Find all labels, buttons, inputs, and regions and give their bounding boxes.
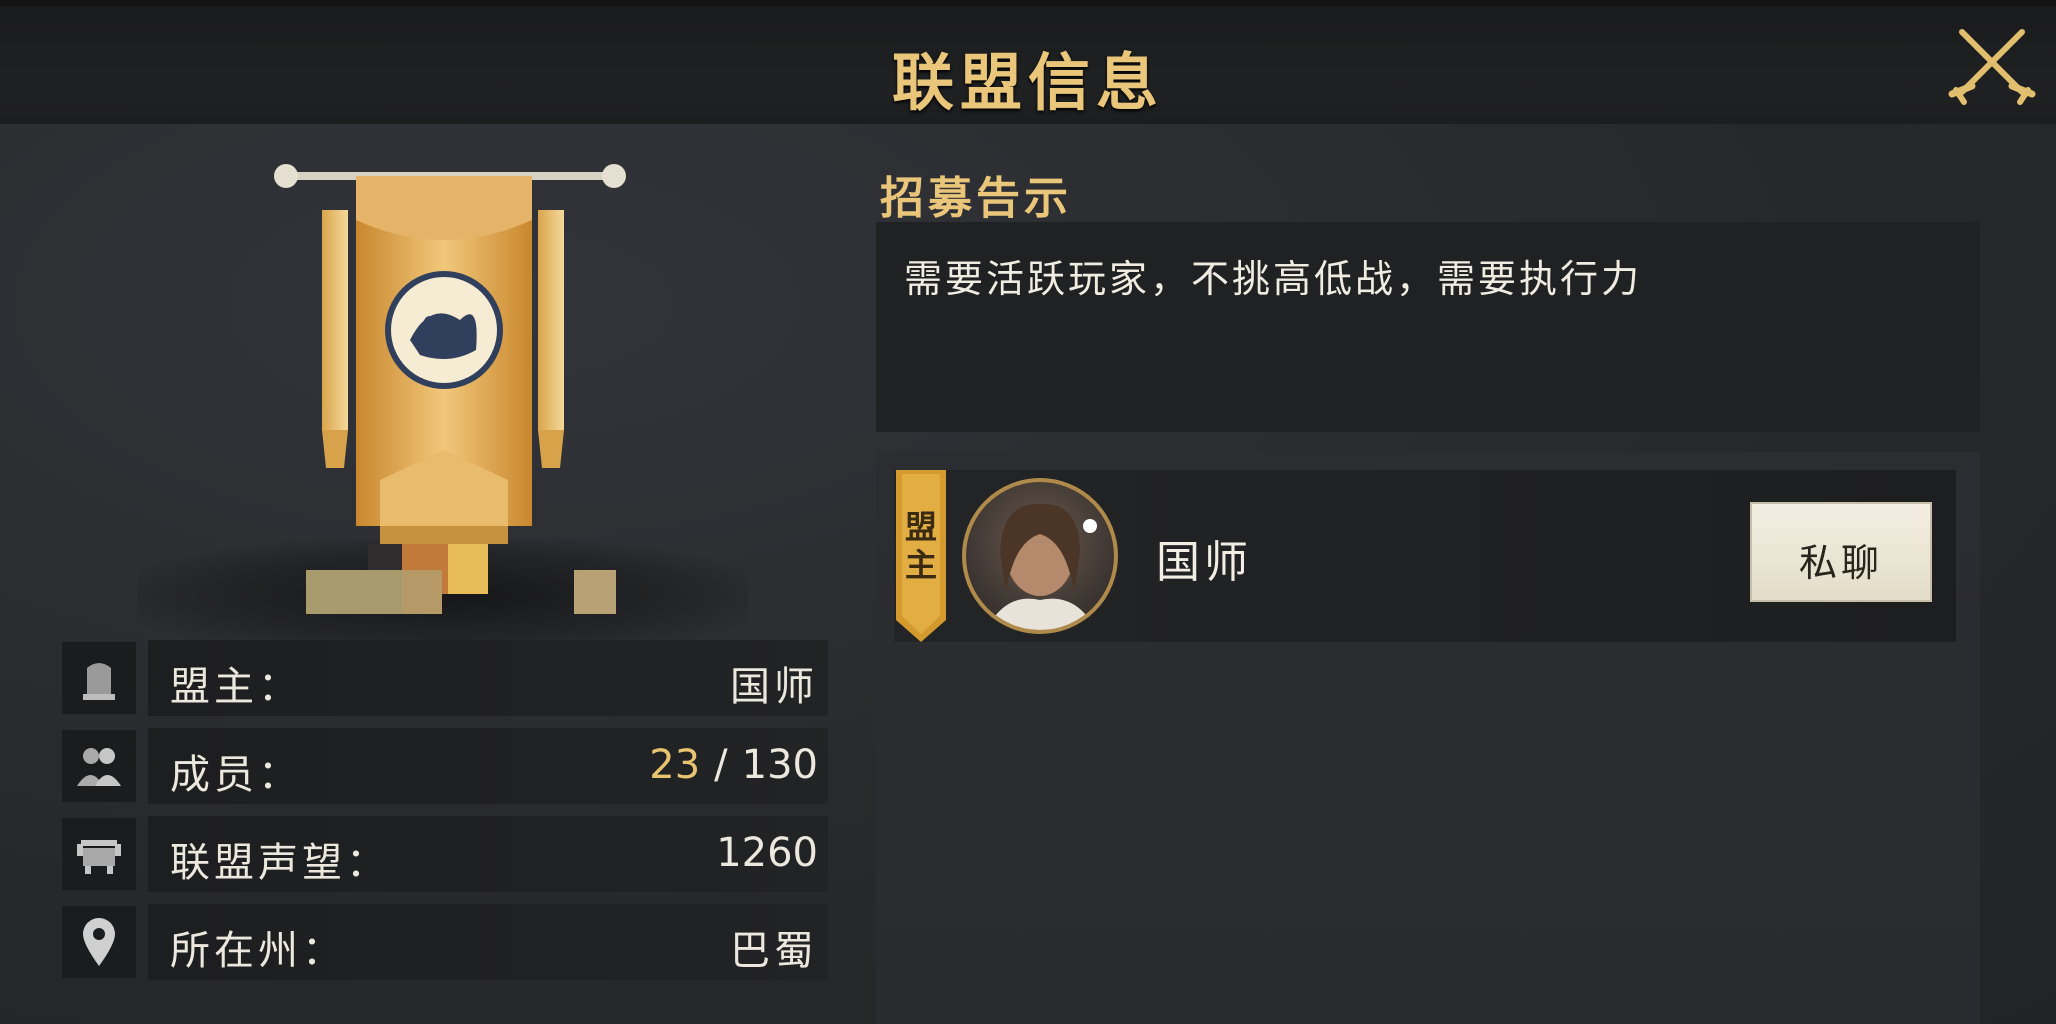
tombstone-icon [83, 663, 115, 700]
private-chat-button[interactable]: 私聊 [1750, 502, 1932, 602]
members-row: 成员： 23 / 130 [62, 728, 832, 804]
members-icon [77, 748, 121, 786]
portrait-icon [986, 503, 1097, 630]
page-title: 联盟信息 [891, 46, 1164, 119]
leader-row: 盟主： 国师 [62, 640, 832, 716]
private-chat-label: 私聊 [1798, 541, 1883, 585]
leader-value: 国师 [730, 664, 818, 710]
title-bar: 联盟信息 [0, 0, 2056, 124]
reputation-label: 联盟声望： [170, 840, 390, 886]
leader-label: 盟主： [170, 664, 302, 710]
members-current: 23 [649, 742, 701, 788]
pixelated-block [574, 570, 616, 614]
reputation-row: 联盟声望： 1260 [62, 816, 832, 892]
members-label: 成员： [170, 752, 302, 798]
pixelated-block [402, 570, 442, 614]
recruit-heading: 招募告示 [880, 173, 1072, 224]
crossed-swords-close-icon [1948, 29, 2036, 105]
members-separator: / [714, 742, 728, 788]
region-value: 巴蜀 [730, 928, 818, 974]
region-label: 所在州： [170, 928, 346, 974]
member-name: 国师 [1156, 537, 1252, 588]
reputation-value: 1260 [716, 830, 818, 876]
pixelated-block [306, 570, 402, 614]
members-value: 23 / 130 [649, 742, 818, 788]
leader-ribbon-text: 盟主 [904, 508, 937, 584]
avatar[interactable] [962, 478, 1118, 634]
location-pin-icon [83, 918, 115, 966]
close-button[interactable] [1944, 20, 2040, 110]
recruit-notice-text: 需要活跃玩家，不挑高低战，需要执行力 [904, 257, 1643, 301]
region-row: 所在州： 巴蜀 [62, 904, 832, 980]
recruit-notice-box: 需要活跃玩家，不挑高低战，需要执行力 [876, 222, 1980, 432]
cauldron-icon [77, 840, 121, 874]
members-max: 130 [741, 742, 818, 788]
